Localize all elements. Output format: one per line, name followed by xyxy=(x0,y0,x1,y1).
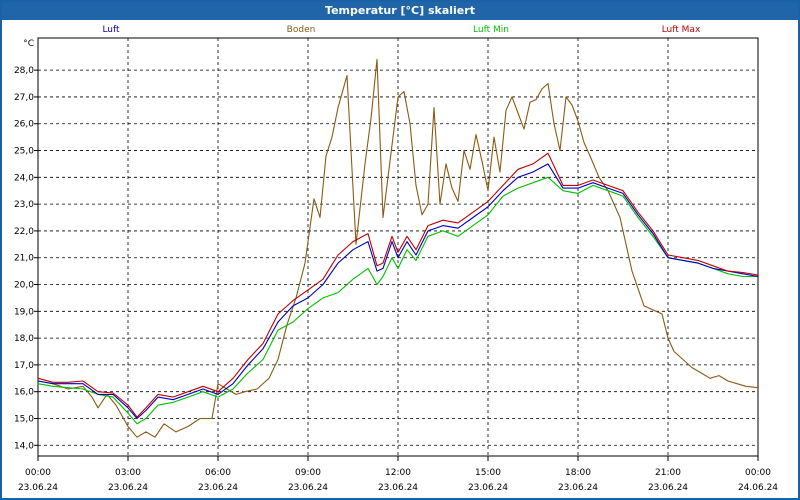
y-tick-label: 22,0 xyxy=(14,227,34,237)
y-tick-label: 24,0 xyxy=(14,173,34,183)
y-tick-label: 15,0 xyxy=(14,414,34,424)
x-tick-time-label: 00:00 xyxy=(745,468,771,478)
x-tick-date-label: 23.06.24 xyxy=(378,483,418,493)
legend-entry: Luft Max xyxy=(662,25,701,35)
y-tick-label: 17,0 xyxy=(14,361,34,371)
x-tick-date-label: 23.06.24 xyxy=(648,483,688,493)
y-tick-label: 23,0 xyxy=(14,200,34,210)
y-tick-label: 21,0 xyxy=(14,254,34,264)
x-tick-date-label: 23.06.24 xyxy=(468,483,508,493)
legend-entry: Luft xyxy=(102,25,120,35)
y-tick-label: 25,0 xyxy=(14,147,34,157)
temperature-chart: 14,0 15,0 16,0 17,0 18,0 19,0 20,0 21,0 22,0 23,0… xyxy=(14,25,778,493)
x-tick-date-label: 23.06.24 xyxy=(18,483,58,493)
x-tick-time-label: 21:00 xyxy=(655,468,681,478)
legend-entry: Boden xyxy=(287,25,316,35)
x-tick-time-label: 18:00 xyxy=(565,468,591,478)
x-tick-date-label: 23.06.24 xyxy=(198,483,238,493)
y-tick-label: 27,0 xyxy=(14,93,34,103)
legend-entry: Luft Min xyxy=(473,25,509,35)
y-tick-label: 18,0 xyxy=(14,334,34,344)
x-tick-time-label: 06:00 xyxy=(205,468,231,478)
y-tick-label: 16,0 xyxy=(14,388,34,398)
y-tick-label: 28,0 xyxy=(14,66,34,76)
y-tick-label: 20,0 xyxy=(14,281,34,291)
x-tick-date-label: 24.06.24 xyxy=(738,483,778,493)
x-tick-time-label: 15:00 xyxy=(475,468,501,478)
x-tick-date-label: 23.06.24 xyxy=(108,483,148,493)
y-tick-label: 26,0 xyxy=(14,120,34,130)
x-tick-time-label: 03:00 xyxy=(115,468,141,478)
x-tick-date-label: 23.06.24 xyxy=(288,483,328,493)
x-tick-time-label: 09:00 xyxy=(295,468,321,478)
y-tick-label: 19,0 xyxy=(14,307,34,317)
x-tick-date-label: 23.06.24 xyxy=(558,483,598,493)
x-tick-time-label: 12:00 xyxy=(385,468,411,478)
y-tick-label: 14,0 xyxy=(14,441,34,451)
y-axis-label: °C xyxy=(23,39,34,49)
x-tick-time-label: 00:00 xyxy=(25,468,51,478)
